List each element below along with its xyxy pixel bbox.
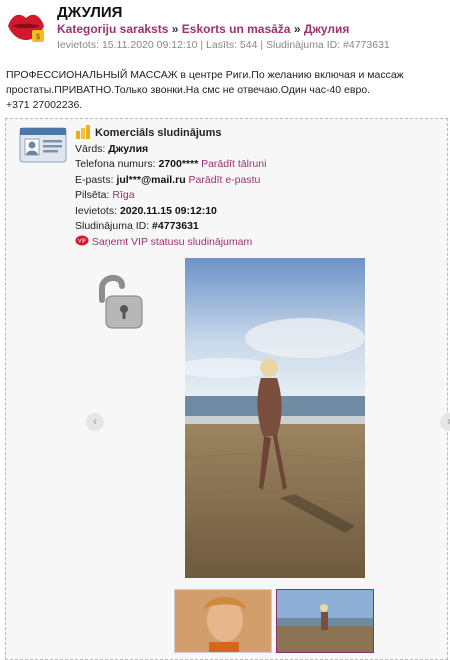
commercial-heading: Komerciāls sludinājums [95,127,222,139]
listing-meta: Ievietots: 15.11.2020 09:12:10 | Lasīts:… [57,39,390,51]
id-value: #4773631 [152,220,199,232]
posted-value: 2020.11.15 09:12:10 [119,204,217,217]
description-line: простаты.ПРИВАТНО.Только звонки.На смс н… [6,84,371,96]
svg-text:$: $ [35,32,40,41]
vip-icon: VIP [75,235,89,245]
vip-row: VIP Saņemt VIP statusu sludinājumam [75,235,266,251]
breadcrumb-separator: » [293,22,301,36]
email-label: E-pasts: [75,173,114,186]
coins-icon [76,125,90,139]
lips-logo-icon: $ [8,14,44,42]
listing-card: Komerciāls sludinājums Vārds: Джулия Tel… [5,118,450,660]
phone-label: Telefona numurs: [75,158,156,170]
breadcrumb-escort-link[interactable]: Eskorts un masāža [182,22,291,36]
posted-label: Ievietots: [75,204,118,217]
breadcrumb: Kategoriju saraksts » Eskorts un masāža … [57,22,349,36]
commercial-heading-row: Komerciāls sludinājums [75,125,266,142]
posted-row: Ievietots: 2020.11.15 09:12:10 [75,204,266,220]
id-label: Sludinājuma ID: [75,220,150,232]
name-row: Vārds: Джулия [75,142,266,158]
listing-info: Komerciāls sludinājums Vārds: Джулия Tel… [75,125,266,250]
gallery-next-button[interactable]: › [440,413,450,431]
city-label: Pilsēta: [75,189,110,201]
city-row: Pilsēta: Rīga [75,188,266,204]
id-row: Sludinājuma ID: #4773631 [75,219,266,235]
vip-badge-text: VIP [78,238,86,244]
main-photo[interactable] [185,258,365,578]
lock-icon [99,275,143,329]
page-header: $ ДЖУЛИЯ Kategoriju saraksts » Eskorts u… [0,0,450,58]
phone-row: Telefona numurs: 2700**** Parādīt tālrun… [75,157,266,173]
gallery-prev-button[interactable]: ‹ [86,413,104,431]
id-card-icon [19,127,67,163]
city-link[interactable]: Rīga [112,189,134,201]
name-label: Vārds: [75,142,106,155]
email-row: E-pasts: jul***@mail.ru Parādīt e-pastu [75,173,266,189]
get-vip-link[interactable]: Saņemt VIP statusu sludinājumam [92,236,252,248]
name-value: Джулия [108,142,149,155]
thumbnail-beach[interactable] [276,589,374,653]
breadcrumb-current: Джулия [303,22,350,36]
email-value: jul***@mail.ru [116,173,186,186]
breadcrumb-separator: » [171,22,179,36]
description-line: +371 27002236. [6,99,83,111]
thumbnail-portrait[interactable] [174,589,272,653]
show-phone-link[interactable]: Parādīt tālruni [201,158,266,170]
page-title: ДЖУЛИЯ [57,4,123,21]
show-email-link[interactable]: Parādīt e-pastu [189,174,261,186]
description-line: ПРОФЕССИОНАЛЬНЫЙ МАССАЖ в центре Риги.По… [6,69,404,81]
listing-description: ПРОФЕССИОНАЛЬНЫЙ МАССАЖ в центре Риги.По… [6,68,436,113]
phone-value: 2700**** [158,158,199,170]
breadcrumb-categories-link[interactable]: Kategoriju saraksts [57,22,168,36]
